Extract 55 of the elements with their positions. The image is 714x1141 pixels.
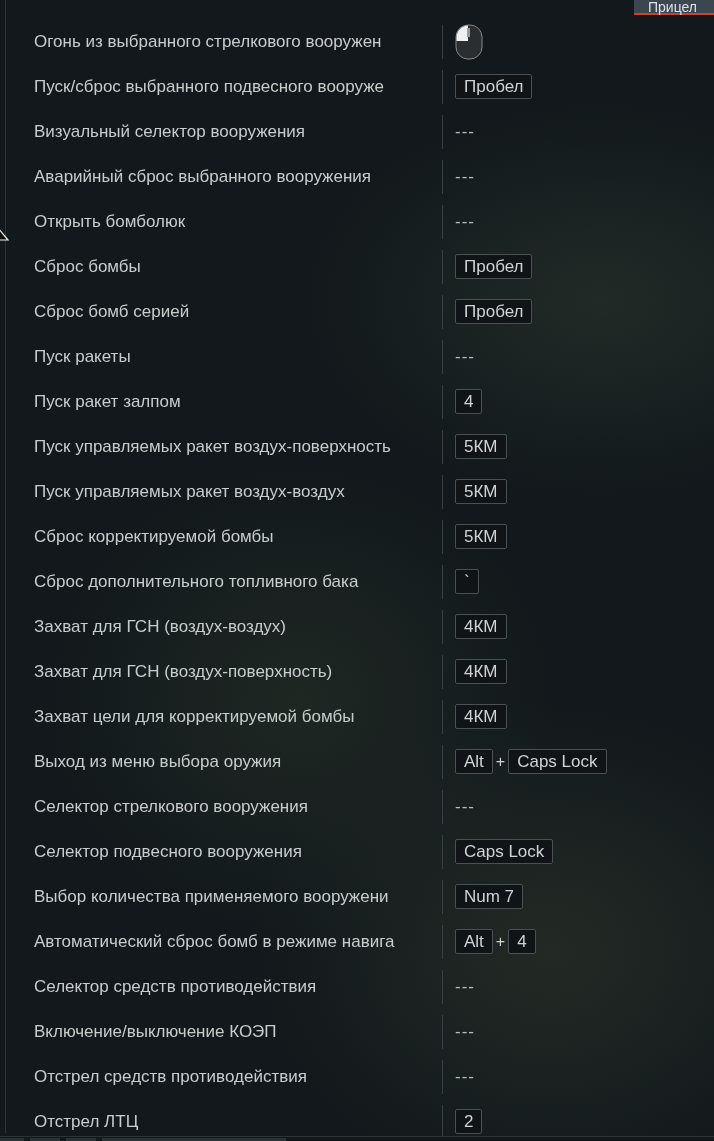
action-label: Открыть бомболюк — [34, 211, 187, 232]
key-button[interactable]: Пробел — [455, 74, 533, 99]
action-label: Аварийный сброс выбранного вооружения — [34, 166, 373, 187]
mouse-icon — [455, 23, 483, 60]
action-label: Сброс бомб серией — [34, 301, 191, 322]
key-button[interactable]: 2 — [455, 1109, 483, 1134]
unassigned-text: --- — [455, 211, 475, 232]
unassigned-text: --- — [455, 121, 475, 142]
unassigned-text: --- — [455, 1021, 475, 1042]
action-label: Включение/выключение КОЭП — [34, 1021, 278, 1042]
unassigned-text: --- — [455, 166, 475, 187]
action-label: Визуальный селектор вооружения — [34, 121, 307, 142]
action-label: Выход из меню выбора оружия — [34, 751, 283, 772]
action-label: Отстрел ЛТЦ — [34, 1111, 140, 1132]
key-button[interactable]: Num 7 — [455, 884, 524, 909]
key-button[interactable]: 5КМ — [455, 434, 507, 459]
action-label: Отстрел средств противодействия — [34, 1066, 308, 1087]
action-label: Сброс дополнительного топливного бака — [34, 571, 360, 592]
action-label: Пуск управляемых ракет воздух-поверхность — [34, 436, 392, 457]
key-button[interactable]: Пробел — [455, 254, 533, 279]
tab[interactable]: Прицел — [634, 0, 714, 15]
key-button[interactable]: Alt — [455, 749, 493, 774]
key-button[interactable]: Alt — [455, 929, 493, 954]
action-label: Пуск ракет залпом — [34, 391, 182, 412]
key-button[interactable]: 5КМ — [455, 479, 507, 504]
unassigned-text: --- — [455, 346, 475, 367]
key-button[interactable]: 4КМ — [455, 614, 507, 639]
key-button[interactable]: 4 — [508, 929, 536, 954]
key-button[interactable]: ` — [455, 569, 479, 594]
action-label: Селектор подвесного вооружения — [34, 841, 303, 862]
key-button[interactable]: Пробел — [455, 299, 533, 324]
action-label: Автоматический сброс бомб в режиме навига — [34, 931, 396, 952]
action-label: Сброс корректируемой бомбы — [34, 526, 275, 547]
unassigned-text: --- — [455, 796, 475, 817]
key-button[interactable]: 4КМ — [455, 659, 507, 684]
key-button[interactable]: Caps Lock — [508, 749, 607, 774]
plus-sign: + — [495, 752, 506, 771]
key-button[interactable]: Caps Lock — [455, 839, 554, 864]
action-label: Захват для ГСН (воздух-воздух) — [34, 616, 287, 637]
action-label: Пуск ракеты — [34, 346, 132, 367]
unassigned-text: --- — [455, 1066, 475, 1087]
action-label: Пуск/сброс выбранного подвесного вооруже — [34, 76, 386, 97]
unassigned-text: --- — [455, 976, 475, 997]
key-button[interactable]: 4КМ — [455, 704, 507, 729]
plus-sign: + — [495, 932, 506, 951]
action-label: Пуск управляемых ракет воздух-воздух — [34, 481, 346, 502]
action-label: Захват для ГСН (воздух-поверхность) — [34, 661, 334, 682]
action-label: Огонь из выбранного стрелкового вооружен — [34, 31, 383, 52]
action-label: Выбор количества применяемого вооружени — [34, 886, 390, 907]
action-label: Сброс бомбы — [34, 256, 142, 277]
action-label: Селектор стрелкового вооружения — [34, 796, 309, 817]
key-button[interactable]: 4 — [455, 389, 483, 414]
key-button[interactable]: 5КМ — [455, 524, 507, 549]
action-label: Селектор средств противодействия — [34, 976, 318, 997]
action-label: Захват цели для корректируемой бомбы — [34, 706, 356, 727]
